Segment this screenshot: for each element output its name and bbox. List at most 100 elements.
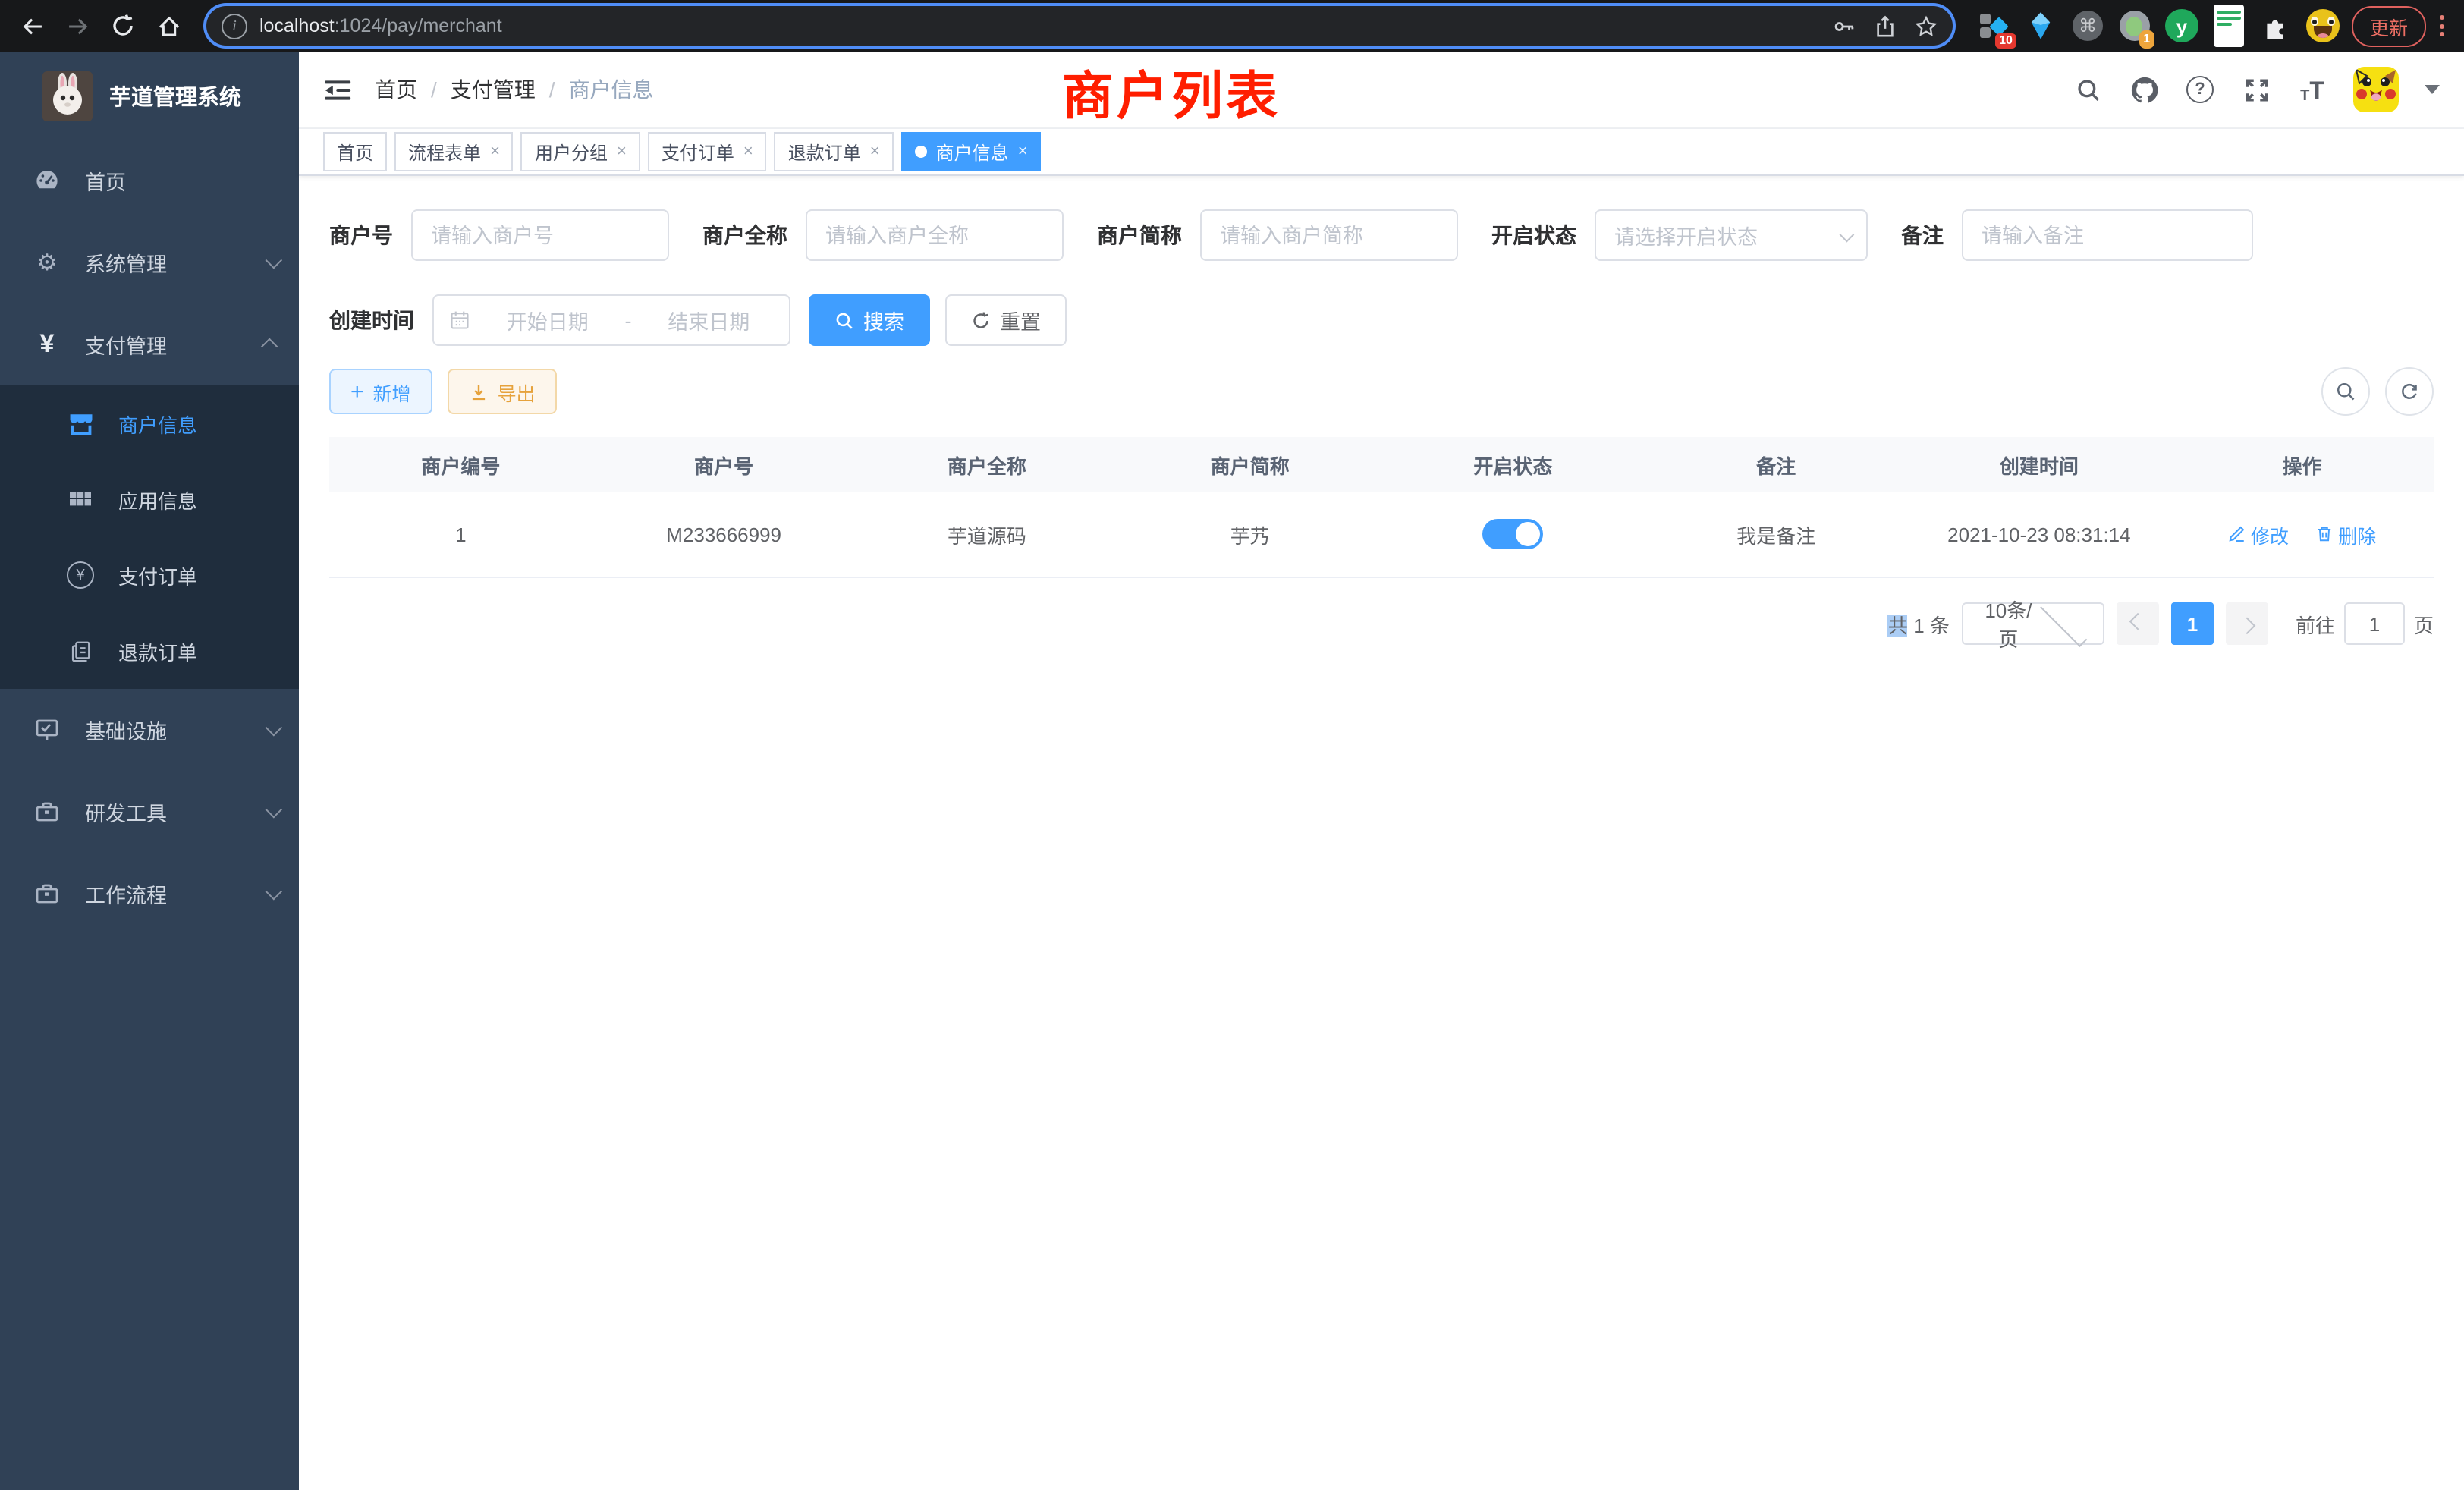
add-button[interactable]: + 新增 <box>329 369 432 414</box>
fullscreen-icon[interactable] <box>2241 74 2271 105</box>
sidebar-item-system[interactable]: ⚙ 系统管理 <box>0 222 299 303</box>
sidebar-item-merchant-info[interactable]: 商户信息 <box>0 385 299 461</box>
chevron-up-icon <box>261 338 278 356</box>
documents-icon <box>67 640 94 662</box>
export-button[interactable]: 导出 <box>448 369 557 414</box>
edit-link[interactable]: 修改 <box>2228 520 2289 549</box>
extension-puzzle-icon[interactable] <box>2259 9 2293 42</box>
page-size-select[interactable]: 10条/页 <box>1962 602 2104 645</box>
col-full-name: 商户全称 <box>856 437 1119 492</box>
user-avatar[interactable] <box>2353 67 2399 112</box>
tab-close-icon[interactable]: × <box>1018 143 1028 161</box>
extension-doc-icon[interactable] <box>2212 9 2246 42</box>
tab-close-icon[interactable]: × <box>490 143 500 161</box>
status-toggle-on[interactable] <box>1482 519 1543 549</box>
app-logo-row[interactable]: 芋道管理系统 <box>0 52 299 140</box>
merchant-no-input[interactable] <box>411 209 669 261</box>
chevron-down-icon <box>1840 227 1855 242</box>
col-merchant-id: 商户编号 <box>329 437 592 492</box>
sidebar-fold-icon[interactable] <box>323 74 354 105</box>
extension-command-icon[interactable]: ⌘ <box>2071 9 2104 42</box>
sidebar-item-refund-order[interactable]: 退款订单 <box>0 613 299 689</box>
cell-merchant-id: 1 <box>329 492 592 577</box>
browser-home-icon[interactable] <box>149 6 188 46</box>
avatar-caret-icon[interactable] <box>2425 85 2440 94</box>
trash-icon <box>2315 525 2334 543</box>
cell-remark: 我是备注 <box>1645 492 1908 577</box>
app-title: 芋道管理系统 <box>109 80 241 112</box>
page-number-1[interactable]: 1 <box>2171 602 2214 645</box>
gear-icon: ⚙ <box>33 249 61 276</box>
goto-page-input[interactable] <box>2344 602 2405 645</box>
merchant-table: 商户编号 商户号 商户全称 商户简称 开启状态 备注 创建时间 操作 1 <box>329 437 2434 578</box>
share-icon[interactable] <box>1874 14 1897 37</box>
reset-button[interactable]: 重置 <box>945 294 1067 346</box>
sidebar-item-home[interactable]: 首页 <box>0 140 299 222</box>
extension-area: 10 ⌘ 1 y <box>1971 9 2346 42</box>
status-select[interactable]: 请选择开启状态 <box>1595 209 1868 261</box>
page-unit-label: 页 <box>2414 609 2434 638</box>
active-tab-dot <box>915 146 927 158</box>
extension-circle-icon[interactable]: 1 <box>2118 9 2151 42</box>
download-icon <box>469 382 489 401</box>
browser-back-icon[interactable] <box>12 6 52 46</box>
browser-forward-icon[interactable] <box>58 6 97 46</box>
show-search-toggle-button[interactable] <box>2321 367 2370 416</box>
help-icon[interactable]: ? <box>2185 74 2215 105</box>
merchant-no-label: 商户号 <box>329 220 393 250</box>
search-button[interactable]: 搜索 <box>809 294 930 346</box>
sidebar: 芋道管理系统 首页 ⚙ 系统管理 ¥ 支付管理 <box>0 52 299 1490</box>
tab-refund-order[interactable]: 退款订单× <box>775 132 894 171</box>
short-name-input[interactable] <box>1200 209 1458 261</box>
extension-y-icon[interactable]: y <box>2165 9 2198 42</box>
delete-link[interactable]: 删除 <box>2315 520 2376 549</box>
full-name-input[interactable] <box>806 209 1064 261</box>
sidebar-item-pay-order[interactable]: ¥ 支付订单 <box>0 537 299 613</box>
sidebar-item-payment[interactable]: ¥ 支付管理 <box>0 303 299 385</box>
sidebar-item-dev-tools[interactable]: 研发工具 <box>0 771 299 853</box>
extension-emoji-icon[interactable] <box>2306 9 2340 42</box>
url-text[interactable]: localhost:1024/pay/merchant <box>259 15 1821 36</box>
yen-icon: ¥ <box>33 329 61 360</box>
table-toolbar: + 新增 导出 <box>329 367 2434 416</box>
top-navbar: 首页 / 支付管理 / 商户信息 ? <box>299 52 2464 129</box>
tab-close-icon[interactable]: × <box>870 143 880 161</box>
extension-gem-icon[interactable] <box>2024 9 2057 42</box>
header-search-icon[interactable] <box>2073 74 2103 105</box>
tab-process-form[interactable]: 流程表单× <box>394 132 514 171</box>
address-bar[interactable]: i localhost:1024/pay/merchant <box>206 6 1953 46</box>
tab-merchant-info-active[interactable]: 商户信息× <box>901 132 1042 171</box>
site-info-icon[interactable]: i <box>222 13 247 39</box>
browser-menu-icon[interactable] <box>2432 15 2452 36</box>
cell-created-at: 2021-10-23 08:31:14 <box>1908 492 2171 577</box>
search-form: 商户号 商户全称 商户简称 开启状态 请选择开启状态 <box>329 209 2434 346</box>
tab-pay-order[interactable]: 支付订单× <box>648 132 767 171</box>
sidebar-item-infrastructure[interactable]: 基础设施 <box>0 689 299 771</box>
col-actions: 操作 <box>2170 437 2434 492</box>
sidebar-item-app-info[interactable]: 应用信息 <box>0 461 299 537</box>
password-key-icon[interactable] <box>1833 14 1856 37</box>
tab-close-icon[interactable]: × <box>617 143 627 161</box>
prev-page-button[interactable] <box>2117 602 2159 645</box>
browser-reload-icon[interactable] <box>103 6 143 46</box>
app-logo-rabbit <box>42 71 93 121</box>
store-icon <box>67 410 94 436</box>
create-time-range-picker[interactable]: 开始日期 - 结束日期 <box>432 294 790 346</box>
briefcase-icon <box>33 882 61 906</box>
tab-close-icon[interactable]: × <box>743 143 753 161</box>
font-size-icon[interactable]: TT <box>2297 74 2327 105</box>
bookmark-star-icon[interactable] <box>1915 14 1938 37</box>
cell-full-name: 芋道源码 <box>856 492 1119 577</box>
tab-home[interactable]: 首页 <box>323 132 387 171</box>
browser-update-button[interactable]: 更新 <box>2352 5 2426 46</box>
extension-blocks-icon[interactable]: 10 <box>1977 9 2010 42</box>
tab-user-group[interactable]: 用户分组× <box>521 132 640 171</box>
plus-icon: + <box>350 380 364 403</box>
annotation-title: 商户列表 <box>1062 55 1281 129</box>
refresh-table-button[interactable] <box>2385 367 2434 416</box>
github-icon[interactable] <box>2129 74 2159 105</box>
sidebar-item-workflow[interactable]: 工作流程 <box>0 853 299 935</box>
next-page-button[interactable] <box>2226 602 2268 645</box>
remark-input[interactable] <box>1962 209 2253 261</box>
breadcrumb-home[interactable]: 首页 <box>375 74 417 105</box>
